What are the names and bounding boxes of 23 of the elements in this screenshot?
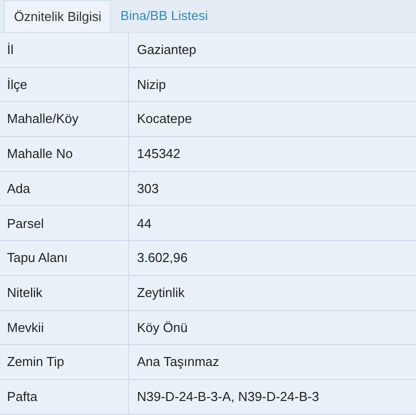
row-value: Nizip	[137, 76, 166, 94]
row-label: İlçe	[7, 76, 28, 94]
tab[interactable]: Öznitelik Bilgisi	[4, 0, 112, 32]
row-label: Nitelik	[7, 284, 42, 302]
row-label: Tapu Alanı	[7, 249, 68, 268]
row-value: 3.602,96	[137, 249, 188, 268]
row-value: N39-D-24-B-3-A, N39-D-24-B-3	[137, 388, 320, 406]
row-label: Mahalle/Köy	[7, 110, 79, 128]
row-label: Ada	[7, 180, 30, 198]
row-label: İl	[7, 41, 14, 60]
row-label: Zemin Tip	[7, 353, 64, 372]
row-value: Gaziantep	[137, 41, 196, 60]
row-value: 145342	[137, 145, 180, 164]
row-value: Kocatepe	[137, 110, 192, 128]
row-value: Köy Önü	[137, 318, 188, 337]
row-label: Mahalle No	[7, 145, 73, 164]
row-value: Zeytinlik	[137, 284, 185, 302]
row-label: Parsel	[7, 214, 44, 233]
row-label: Pafta	[7, 388, 38, 406]
row-value: 44	[137, 214, 152, 233]
row-value: 303	[137, 180, 159, 198]
row-label: Mevkii	[7, 318, 44, 337]
row-value: Ana Taşınmaz	[137, 353, 220, 372]
